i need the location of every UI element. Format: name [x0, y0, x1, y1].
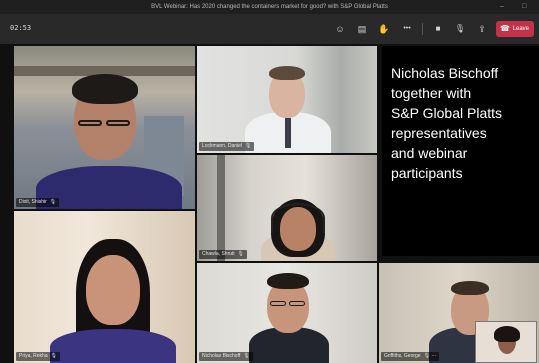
participant-name: Griffiths, George — [384, 353, 421, 359]
caption-line: and webinar — [391, 145, 468, 161]
self-view-preview — [475, 321, 537, 363]
chat-icon[interactable]: ▤ — [355, 22, 369, 36]
call-timer: 02:53 — [10, 24, 32, 32]
phone-hangup-icon: ☎ — [500, 24, 510, 33]
microphone-icon: 🎙 — [245, 143, 252, 149]
window-title-bar: BVL Webinar: Has 2020 changed the contai… — [0, 0, 539, 14]
participant-name: Nicholas Bischoff — [202, 353, 241, 359]
microphone-icon: 🎙 — [49, 199, 57, 205]
video-tile-lockmann[interactable]: Lockmann, Daniel 🎙 — [197, 46, 377, 153]
call-control-bar: 02:53 ☺ ▤ ✋ ••• ■ 🎙 ⇪ ☎ Leave — [0, 14, 539, 44]
participant-nameplate: Chawla, Shruti 🎙 — [199, 250, 247, 259]
participant-name: Chawla, Shruti — [202, 251, 235, 257]
more-options-icon[interactable]: ••• — [398, 22, 416, 36]
caption-line: S&P Global Platts — [391, 105, 503, 121]
caption-line: representatives — [391, 125, 487, 141]
participant-name: Priya, Rekha — [19, 353, 48, 359]
leave-label: Leave — [512, 26, 529, 32]
participant-nameplate: Priya, Rekha 🎙 — [16, 352, 60, 361]
camera-icon[interactable]: ■ — [431, 22, 445, 36]
caption-line: together with — [391, 85, 472, 101]
participant-nameplate: Lockmann, Daniel 🎙 — [199, 142, 255, 151]
video-tile-dixit[interactable]: Dixit, Shishir 🎙 — [14, 46, 195, 209]
video-tile-bischoff[interactable]: Nicholas Bischoff 🎙 — [197, 263, 377, 363]
participant-video — [14, 211, 195, 363]
participant-video — [197, 46, 377, 153]
video-tile-chawla[interactable]: Chawla, Shruti 🎙 — [197, 155, 377, 261]
microphone-icon: 🎙 — [237, 251, 244, 257]
minimize-button[interactable]: – — [500, 0, 504, 14]
video-tile-griffiths[interactable]: Griffiths, George 🎙 ··· — [379, 263, 539, 363]
microphone-icon: 🎙 — [50, 353, 57, 359]
participant-nameplate: Dixit, Shishir 🎙 — [16, 198, 60, 207]
raise-hand-icon[interactable]: ✋ — [377, 22, 391, 36]
share-screen-icon[interactable]: ⇪ — [475, 22, 489, 36]
participant-name: Lockmann, Daniel — [202, 143, 243, 149]
caption-line: participants — [391, 165, 463, 181]
toolbar-divider — [422, 23, 423, 35]
participant-name: Dixit, Shishir — [19, 199, 47, 205]
microphone-icon: 🎙 ··· — [423, 353, 437, 359]
participants-icon[interactable]: ☺ — [333, 22, 347, 36]
leave-button[interactable]: ☎ Leave — [496, 21, 534, 37]
participant-video — [197, 263, 377, 363]
caption-line: Nicholas Bischoff — [391, 65, 499, 81]
window-title: BVL Webinar: Has 2020 changed the contai… — [151, 4, 388, 10]
microphone-icon[interactable]: 🎙 — [453, 22, 467, 36]
participant-video — [14, 46, 195, 209]
participant-video — [197, 155, 377, 261]
microphone-icon: 🎙 — [243, 353, 250, 359]
participant-nameplate: Griffiths, George 🎙 ··· — [381, 352, 440, 361]
participant-nameplate: Nicholas Bischoff 🎙 — [199, 352, 253, 361]
maximize-button[interactable]: □ — [522, 0, 526, 14]
video-tile-priya[interactable]: Priya, Rekha 🎙 — [14, 211, 195, 363]
caption-overlay: Nicholas Bischoff together with S&P Glob… — [382, 46, 539, 256]
